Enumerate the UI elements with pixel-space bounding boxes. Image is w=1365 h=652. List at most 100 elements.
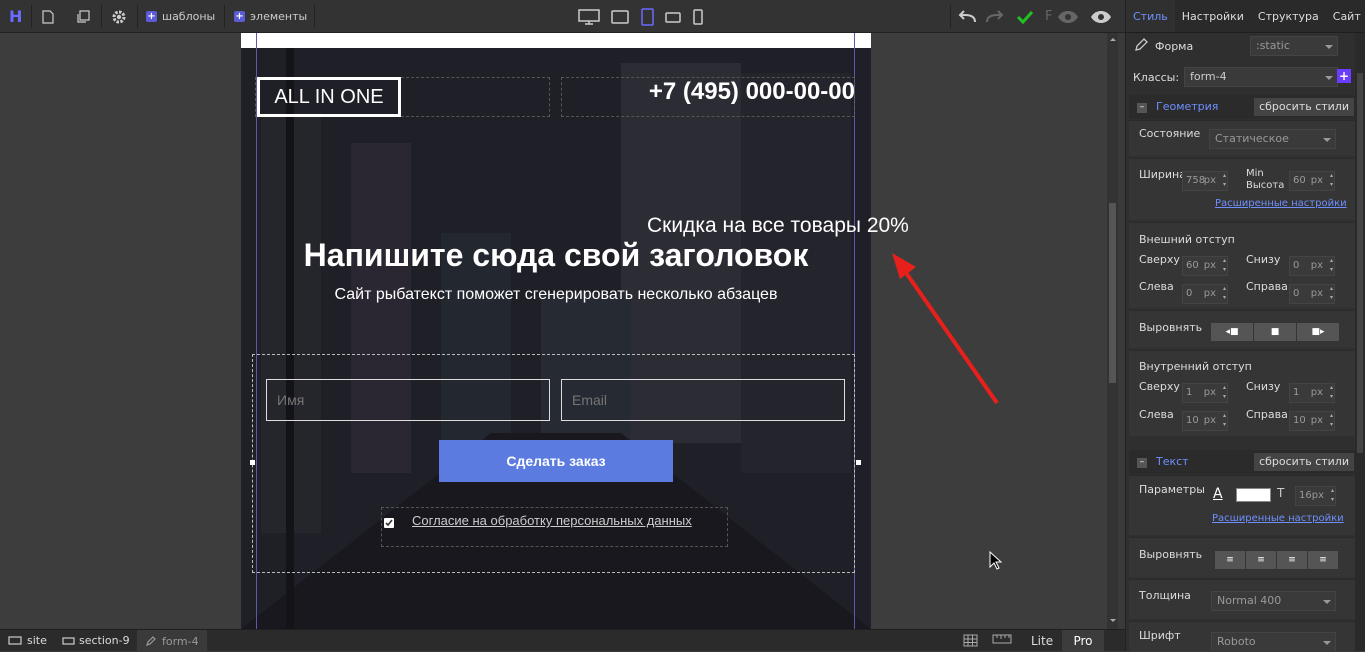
- margin-bottom-input[interactable]: 0 px: [1289, 256, 1335, 276]
- app-logo[interactable]: H: [9, 6, 22, 27]
- margin-right-input[interactable]: 0 px: [1289, 284, 1335, 304]
- text-align-right-icon[interactable]: ≡: [1277, 551, 1307, 569]
- scroll-thumb[interactable]: [1109, 203, 1116, 383]
- order-form: Сделать заказ Согласие на обработку перс…: [252, 354, 855, 573]
- panel-scroll-thumb[interactable]: [1357, 73, 1363, 453]
- section-top-strip: [241, 33, 871, 48]
- padding-right-input[interactable]: 10 px: [1289, 411, 1335, 431]
- redo-icon[interactable]: [985, 6, 1005, 27]
- add-class-icon[interactable]: +: [1337, 69, 1351, 83]
- align-label: Выровнять: [1139, 321, 1203, 334]
- phone-portrait-icon[interactable]: [693, 6, 703, 27]
- resize-handle-left[interactable]: [250, 460, 255, 465]
- lite-mode-button[interactable]: Lite: [1031, 634, 1053, 648]
- margin-bottom-label: Снизу: [1246, 253, 1281, 266]
- tab-style[interactable]: Стиль: [1126, 0, 1175, 32]
- text-align-justify-icon[interactable]: ≡: [1308, 551, 1338, 569]
- font-weight-select[interactable]: Normal 400: [1211, 591, 1336, 611]
- geometry-header[interactable]: – Геометрия сбросить стили: [1129, 95, 1357, 119]
- margin-top-input[interactable]: 60 px: [1182, 256, 1228, 276]
- tablet-portrait-icon[interactable]: [641, 6, 654, 27]
- text-align-label: Выровнять: [1139, 548, 1203, 561]
- scroll-down-icon[interactable]: [1110, 619, 1116, 625]
- phone-landscape-icon[interactable]: [665, 6, 681, 27]
- min-height-input[interactable]: 60 px: [1289, 171, 1335, 191]
- elements-button[interactable]: + элементы: [234, 6, 307, 27]
- resize-handle-right[interactable]: [856, 460, 861, 465]
- phone-number[interactable]: +7 (495) 000-00-00: [581, 77, 855, 107]
- grid-icon[interactable]: [963, 634, 978, 647]
- padding-left-input[interactable]: 10 px: [1182, 411, 1228, 431]
- f-toggle[interactable]: F: [1045, 6, 1052, 27]
- submit-order-button[interactable]: Сделать заказ: [439, 440, 673, 482]
- top-toolbar: H + шаблоны + элементы F: [0, 0, 1125, 33]
- pseudo-state-select[interactable]: :static: [1250, 36, 1338, 56]
- ruler-icon[interactable]: [992, 634, 1012, 644]
- publish-check-icon[interactable]: [1016, 6, 1034, 27]
- text-header[interactable]: – Текст сбросить стили: [1129, 450, 1357, 474]
- tab-structure[interactable]: Структура: [1251, 0, 1326, 32]
- breadcrumb-site[interactable]: site: [8, 634, 47, 647]
- text-color-picker[interactable]: [1236, 488, 1271, 502]
- page-heading: Напишите сюда свой заголовок: [303, 237, 809, 273]
- checkmark-icon: [385, 519, 393, 527]
- preview-eye-icon[interactable]: [1090, 6, 1112, 27]
- collapse-icon[interactable]: –: [1137, 103, 1147, 113]
- text-advanced-link[interactable]: Расширенные настройки: [1212, 513, 1344, 524]
- canvas-scrollbar[interactable]: [1107, 33, 1118, 629]
- panel-scrollbar[interactable]: [1355, 33, 1365, 651]
- breadcrumb-form[interactable]: form-4: [137, 630, 207, 652]
- edit-icon: [146, 636, 156, 646]
- classes-input[interactable]: form-4: [1184, 67, 1338, 87]
- new-page-icon[interactable]: [42, 6, 54, 27]
- email-input[interactable]: [561, 379, 845, 421]
- text-align-center-icon[interactable]: ≡: [1246, 551, 1276, 569]
- padding-top-label: Сверху: [1139, 380, 1180, 393]
- weight-label: Толщина: [1139, 589, 1191, 602]
- align-left-icon[interactable]: ◂■: [1211, 323, 1253, 341]
- text-align-left-icon[interactable]: ≡: [1215, 551, 1245, 569]
- padding-top-input[interactable]: 1 px: [1182, 383, 1228, 403]
- name-input[interactable]: [266, 379, 550, 421]
- text-reset-button[interactable]: сбросить стили: [1254, 453, 1354, 471]
- size-group: Ширина 758px Min Высота 60px Расширенные…: [1129, 158, 1357, 220]
- tablet-landscape-icon[interactable]: [611, 6, 629, 27]
- breadcrumb-section[interactable]: section-9: [62, 634, 130, 647]
- min-height-label: Min Высота: [1246, 168, 1285, 191]
- red-arrow-icon: [892, 253, 999, 405]
- geometry-advanced-link[interactable]: Расширенные настройки: [1215, 198, 1347, 209]
- site-logo[interactable]: ALL IN ONE: [257, 77, 401, 117]
- copy-icon[interactable]: [76, 6, 90, 27]
- text-align-group: Выровнять ≡ ≡ ≡ ≡: [1129, 537, 1357, 577]
- text-align-buttons: ≡ ≡ ≡ ≡: [1215, 551, 1339, 569]
- undo-icon[interactable]: [957, 6, 977, 27]
- collapse-icon[interactable]: –: [1137, 458, 1147, 468]
- margin-right-label: Справа: [1246, 280, 1288, 293]
- scroll-up-icon[interactable]: [1110, 35, 1116, 41]
- consent-checkbox[interactable]: [384, 518, 394, 528]
- settings-gear-icon[interactable]: [111, 6, 127, 27]
- section-icon: [62, 636, 75, 645]
- position-state-select[interactable]: Статическое: [1209, 129, 1336, 149]
- font-family-select[interactable]: Roboto: [1211, 632, 1336, 651]
- tab-settings[interactable]: Настройки: [1175, 0, 1251, 32]
- geometry-reset-button[interactable]: сбросить стили: [1254, 98, 1354, 116]
- margin-label: Внешний отступ: [1139, 233, 1235, 246]
- tab-site[interactable]: Сайт: [1326, 0, 1365, 32]
- padding-bottom-input[interactable]: 1 px: [1289, 383, 1335, 403]
- consent-link[interactable]: Согласие на обработку персональных данны…: [412, 513, 692, 528]
- page-subheading: Сайт рыбатекст поможет сгенерировать нес…: [334, 286, 778, 303]
- templates-button[interactable]: + шаблоны: [146, 6, 215, 27]
- monitor-icon: [8, 635, 22, 645]
- align-right-icon[interactable]: ■▸: [1297, 323, 1339, 341]
- padding-label: Внутренний отступ: [1139, 360, 1252, 373]
- status-bar: site section-9 form-4 Lite Pro: [0, 629, 1125, 652]
- width-input[interactable]: 758 px: [1182, 171, 1228, 191]
- text-color-icon: A: [1213, 486, 1223, 502]
- margin-left-input[interactable]: 0 px: [1182, 284, 1228, 304]
- align-center-icon[interactable]: ■: [1254, 323, 1296, 341]
- desktop-view-icon[interactable]: [578, 6, 600, 27]
- font-size-input[interactable]: 16 px: [1295, 486, 1336, 506]
- eye-icon[interactable]: [1057, 6, 1079, 27]
- pro-mode-button[interactable]: Pro: [1062, 630, 1104, 652]
